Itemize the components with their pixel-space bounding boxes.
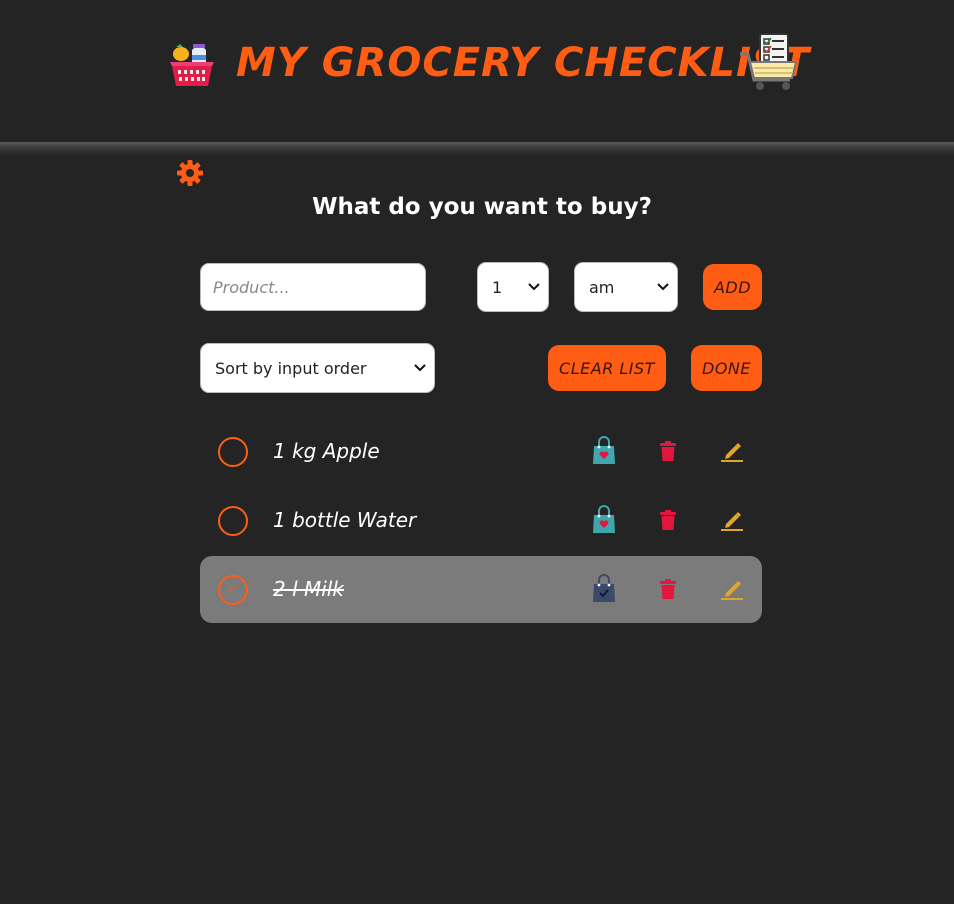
checkmark-icon	[227, 584, 236, 593]
app-header: MY GROCERY CHECKLIST	[0, 0, 954, 142]
list-item: 1 kg Apple	[200, 418, 762, 485]
list-item-done: 2 l Milk	[200, 556, 762, 623]
item-label: 1 kg Apple	[273, 439, 380, 463]
quantity-value: 1	[492, 277, 503, 297]
item-label: 1 bottle Water	[273, 508, 417, 532]
quantity-select[interactable]: 1	[477, 262, 549, 312]
sort-select[interactable]: Sort by input order	[200, 343, 435, 393]
check-circle[interactable]	[218, 437, 248, 467]
unit-select[interactable]: am	[574, 262, 678, 312]
grocery-basket-icon	[170, 44, 214, 86]
pencil-icon[interactable]	[721, 509, 743, 531]
check-circle[interactable]	[218, 506, 248, 536]
chevron-down-icon	[657, 283, 669, 291]
add-button[interactable]: ADD	[703, 264, 762, 310]
shopping-bag-check-icon[interactable]	[592, 574, 616, 604]
list-item: 1 bottle Water	[200, 487, 762, 554]
trash-icon[interactable]	[660, 441, 676, 461]
product-input[interactable]	[200, 263, 426, 311]
unit-value: am	[589, 277, 615, 297]
sort-value: Sort by input order	[215, 358, 367, 378]
clear-list-button[interactable]: CLEAR LIST	[548, 345, 666, 391]
pencil-icon[interactable]	[721, 440, 743, 462]
trash-icon[interactable]	[660, 510, 676, 530]
trash-icon[interactable]	[660, 579, 676, 599]
chevron-down-icon	[414, 364, 426, 372]
shopping-cart-checklist-icon	[740, 33, 798, 90]
pencil-icon[interactable]	[721, 578, 743, 600]
gear-icon[interactable]	[176, 159, 204, 187]
shopping-bag-heart-icon[interactable]	[592, 505, 616, 535]
app-title: MY GROCERY CHECKLIST	[236, 40, 811, 86]
header-divider	[0, 142, 954, 156]
check-circle-checked[interactable]	[218, 575, 248, 605]
shopping-bag-heart-icon[interactable]	[592, 436, 616, 466]
chevron-down-icon	[528, 283, 540, 291]
prompt-heading: What do you want to buy?	[312, 194, 652, 220]
item-label: 2 l Milk	[273, 577, 344, 601]
done-button[interactable]: DONE	[691, 345, 762, 391]
